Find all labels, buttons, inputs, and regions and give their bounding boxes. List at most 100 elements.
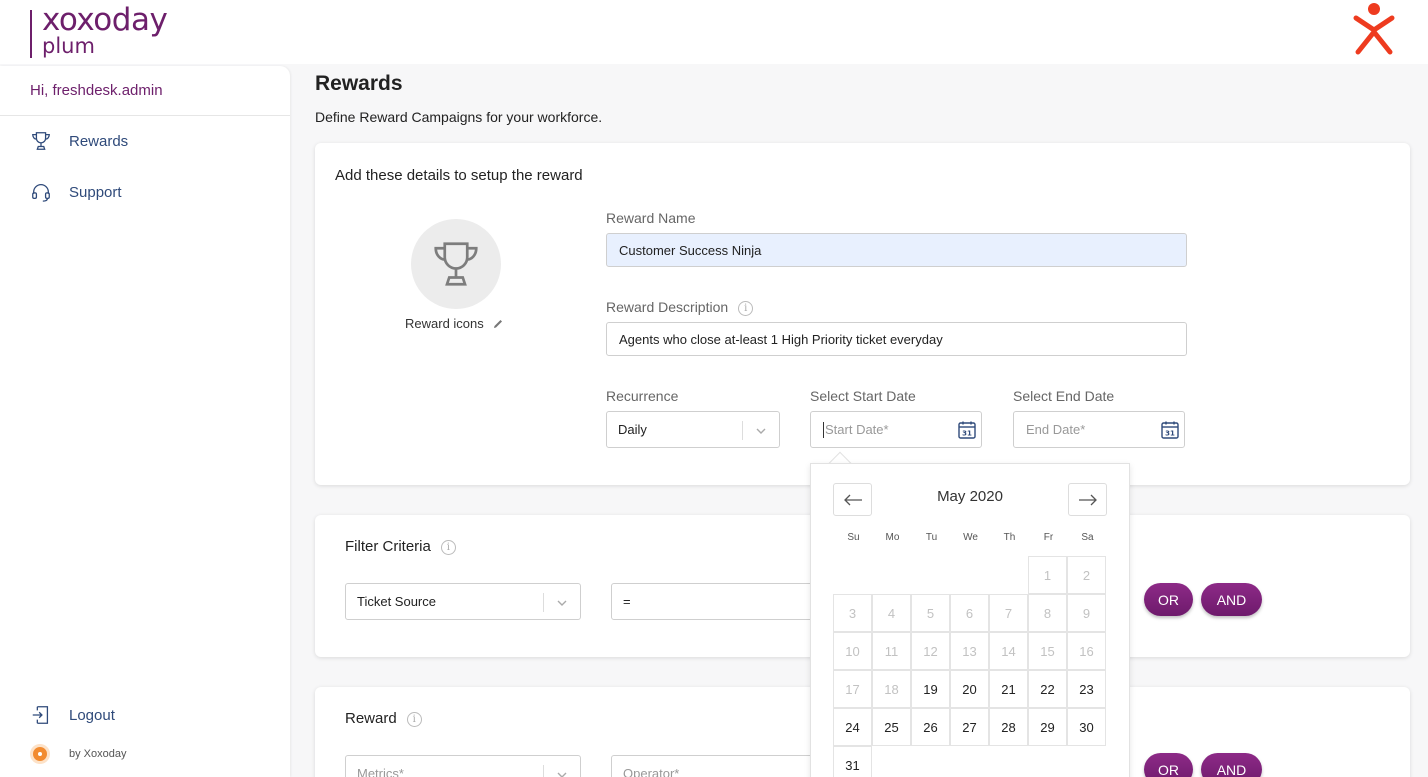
sidebar-divider bbox=[0, 115, 290, 116]
calendar-day: 8 bbox=[1028, 594, 1067, 632]
weekday-label: Sa bbox=[1068, 532, 1107, 543]
calendar-day[interactable]: 19 bbox=[911, 670, 950, 708]
headset-icon bbox=[30, 181, 52, 203]
top-bar: xoxoday plum bbox=[0, 0, 1428, 64]
reward-criteria-title: Rewardi bbox=[345, 710, 422, 727]
calendar-day[interactable]: 21 bbox=[989, 670, 1028, 708]
pencil-icon[interactable] bbox=[492, 318, 504, 330]
calendar-day: 16 bbox=[1067, 632, 1106, 670]
reward-criteria-title-text: Reward bbox=[345, 710, 397, 727]
select-separator bbox=[742, 421, 743, 440]
logout-icon bbox=[30, 704, 52, 726]
arrow-right-icon bbox=[1078, 494, 1098, 506]
calendar-day: 7 bbox=[989, 594, 1028, 632]
info-icon[interactable]: i bbox=[407, 712, 422, 727]
calendar-day[interactable]: 20 bbox=[950, 670, 989, 708]
calendar-day[interactable]: 27 bbox=[950, 708, 989, 746]
weekday-label: Fr bbox=[1029, 532, 1068, 543]
calendar-day: 12 bbox=[911, 632, 950, 670]
by-xoxoday-label: by Xoxoday bbox=[69, 748, 126, 760]
or-button[interactable]: OR bbox=[1144, 583, 1193, 616]
calendar-day[interactable]: 23 bbox=[1067, 670, 1106, 708]
setup-card-title: Add these details to setup the reward bbox=[335, 167, 583, 184]
calendar-day: 2 bbox=[1067, 556, 1106, 594]
sidebar-item-label: Rewards bbox=[69, 133, 128, 150]
recurrence-label: Recurrence bbox=[606, 388, 678, 404]
info-icon[interactable]: i bbox=[738, 301, 753, 316]
calendar-day[interactable]: 28 bbox=[989, 708, 1028, 746]
svg-text:31: 31 bbox=[1165, 430, 1175, 438]
calendar-day[interactable]: 25 bbox=[872, 708, 911, 746]
calendar-day: 1 bbox=[1028, 556, 1067, 594]
end-date-label: Select End Date bbox=[1013, 388, 1114, 404]
calendar-day: 6 bbox=[950, 594, 989, 632]
calendar-day: 15 bbox=[1028, 632, 1067, 670]
reward-name-label: Reward Name bbox=[606, 210, 695, 226]
xoxoday-plum-logo[interactable]: xoxoday plum bbox=[30, 4, 180, 58]
reward-setup-card: Add these details to setup the reward Re… bbox=[315, 143, 1410, 485]
or-button[interactable]: OR bbox=[1144, 753, 1193, 777]
calendar-icon[interactable]: 31 bbox=[957, 420, 977, 440]
filter-operator-value: = bbox=[623, 594, 631, 609]
logout-label: Logout bbox=[69, 707, 115, 724]
next-month-button[interactable] bbox=[1068, 483, 1107, 516]
page-title: Rewards bbox=[315, 72, 403, 96]
calendar-day: 18 bbox=[872, 670, 911, 708]
reward-description-input[interactable]: Agents who close at-least 1 High Priorit… bbox=[606, 322, 1187, 356]
reward-operator-select[interactable]: Operator* bbox=[611, 755, 821, 777]
filter-criteria-title-text: Filter Criteria bbox=[345, 538, 431, 555]
xoxo-figure-icon[interactable] bbox=[1350, 0, 1398, 56]
sidebar-item-label: Support bbox=[69, 184, 122, 201]
and-button[interactable]: AND bbox=[1201, 753, 1262, 777]
weekday-label: Su bbox=[834, 532, 873, 543]
greeting-text: Hi, freshdesk.admin bbox=[30, 82, 163, 99]
sidebar-item-support[interactable]: Support bbox=[30, 180, 122, 204]
calendar-day[interactable]: 22 bbox=[1028, 670, 1067, 708]
calendar-day: 9 bbox=[1067, 594, 1106, 632]
reward-icons-label[interactable]: Reward icons bbox=[405, 316, 504, 331]
text-caret bbox=[823, 422, 824, 438]
reward-name-input[interactable]: Customer Success Ninja bbox=[606, 233, 1187, 267]
calendar-day[interactable]: 29 bbox=[1028, 708, 1067, 746]
calendar-day[interactable]: 24 bbox=[833, 708, 872, 746]
weekday-label: Th bbox=[990, 532, 1029, 543]
metrics-placeholder: Metrics* bbox=[357, 766, 404, 777]
filter-criteria-title: Filter Criteria i bbox=[345, 538, 456, 555]
calendar-day: 4 bbox=[872, 594, 911, 632]
trophy-icon bbox=[30, 130, 52, 152]
start-date-label: Select Start Date bbox=[810, 388, 916, 404]
start-date-input[interactable]: Start Date* 31 bbox=[810, 411, 982, 448]
calendar-day: 13 bbox=[950, 632, 989, 670]
info-icon[interactable]: i bbox=[441, 540, 456, 555]
calendar-day[interactable]: 30 bbox=[1067, 708, 1106, 746]
page-subtitle: Define Reward Campaigns for your workfor… bbox=[315, 109, 602, 125]
sidebar: Hi, freshdesk.admin Rewards Support Logo… bbox=[0, 66, 290, 777]
filter-operator-select[interactable]: = bbox=[611, 583, 821, 620]
calendar-day[interactable]: 31 bbox=[833, 746, 872, 777]
sidebar-item-rewards[interactable]: Rewards bbox=[30, 129, 128, 153]
reward-icon-picker[interactable] bbox=[411, 219, 501, 309]
weekday-label: Mo bbox=[873, 532, 912, 543]
chevron-down-icon bbox=[556, 769, 568, 777]
metrics-select[interactable]: Metrics* bbox=[345, 755, 581, 777]
svg-text:31: 31 bbox=[962, 430, 972, 438]
calendar-icon[interactable]: 31 bbox=[1160, 420, 1180, 440]
end-date-input[interactable]: End Date* 31 bbox=[1013, 411, 1185, 448]
end-date-placeholder: End Date* bbox=[1026, 422, 1085, 437]
and-button[interactable]: AND bbox=[1201, 583, 1262, 616]
filter-field-select[interactable]: Ticket Source bbox=[345, 583, 581, 620]
logout-button[interactable]: Logout bbox=[30, 703, 115, 727]
by-xoxoday-footer: by Xoxoday bbox=[30, 744, 126, 764]
calendar-day: 17 bbox=[833, 670, 872, 708]
xoxoday-badge-icon bbox=[30, 744, 50, 764]
select-separator bbox=[543, 593, 544, 612]
reward-description-label-text: Reward Description bbox=[606, 299, 728, 315]
calendar-day: 10 bbox=[833, 632, 872, 670]
chevron-down-icon bbox=[556, 597, 568, 609]
calendar-day[interactable]: 26 bbox=[911, 708, 950, 746]
recurrence-select[interactable]: Daily bbox=[606, 411, 780, 448]
chevron-down-icon bbox=[755, 425, 767, 437]
calendar-day: 14 bbox=[989, 632, 1028, 670]
weekday-label: We bbox=[951, 532, 990, 543]
reward-description-label: Reward Description i bbox=[606, 299, 753, 316]
